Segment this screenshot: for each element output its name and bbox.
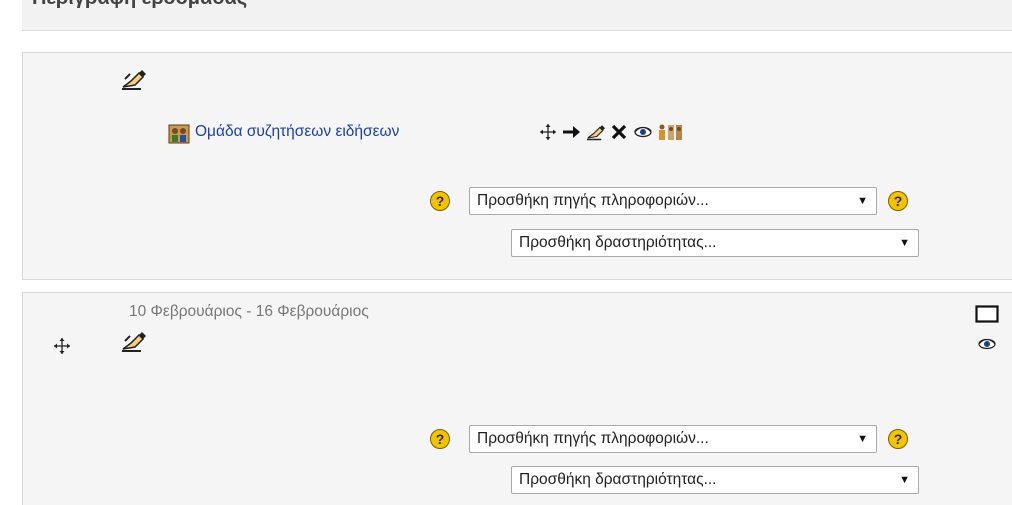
chevron-down-icon: ▼ <box>857 433 868 445</box>
group-mode-icon[interactable] <box>657 123 685 141</box>
forum-activity-link[interactable]: Ομάδα συζητήσεων ειδήσεων <box>195 123 399 141</box>
section-date-range: 10 Φεβρουάριος - 16 Φεβρουάριος <box>129 303 369 320</box>
add-activity-selected: Προσθήκη δραστηριότητας... <box>519 234 717 251</box>
hide-section-icon[interactable] <box>977 337 997 351</box>
add-resource-help-icon[interactable]: ? <box>430 429 450 449</box>
activity-tools <box>539 123 685 143</box>
add-activity-select[interactable]: Προσθήκη δραστηριότητας... ▼ <box>511 466 919 494</box>
forum-icon <box>168 124 190 144</box>
highlight-section-icon[interactable] <box>975 305 999 325</box>
add-resource-help-icon-right[interactable]: ? <box>888 429 908 449</box>
add-resource-select[interactable]: Προσθήκη πηγής πληροφοριών... ▼ <box>469 425 877 453</box>
chevron-down-icon: ▼ <box>857 195 868 207</box>
move-icon[interactable] <box>539 123 557 141</box>
edit-summary-icon[interactable] <box>121 67 147 91</box>
delete-icon[interactable] <box>610 123 628 141</box>
section-header-bar: Περιγραφή εβδομάδας <box>22 0 1012 31</box>
add-resource-select[interactable]: Προσθήκη πηγής πληροφοριών... ▼ <box>469 187 877 215</box>
chevron-down-icon: ▼ <box>899 474 910 486</box>
add-resource-selected: Προσθήκη πηγής πληροφοριών... <box>477 430 709 447</box>
chevron-down-icon: ▼ <box>899 237 910 249</box>
section-0: Ομάδα συζητήσεων ειδήσεων ? Προσθήκη πηγ… <box>22 52 1012 280</box>
move-section-icon[interactable] <box>53 337 71 355</box>
hide-icon[interactable] <box>633 123 653 141</box>
add-resource-selected: Προσθήκη πηγής πληροφοριών... <box>477 192 709 209</box>
add-activity-selected: Προσθήκη δραστηριότητας... <box>519 471 717 488</box>
section-title: Περιγραφή εβδομάδας <box>32 0 247 10</box>
add-activity-select[interactable]: Προσθήκη δραστηριότητας... ▼ <box>511 229 919 257</box>
edit-icon[interactable] <box>586 123 606 141</box>
add-resource-help-icon[interactable]: ? <box>430 191 450 211</box>
edit-summary-icon[interactable] <box>121 329 147 353</box>
section-week-1: 10 Φεβρουάριος - 16 Φεβρουάριος ? Προσθή… <box>22 292 1012 505</box>
add-resource-help-icon-right[interactable]: ? <box>888 191 908 211</box>
indent-right-icon[interactable] <box>561 123 581 141</box>
